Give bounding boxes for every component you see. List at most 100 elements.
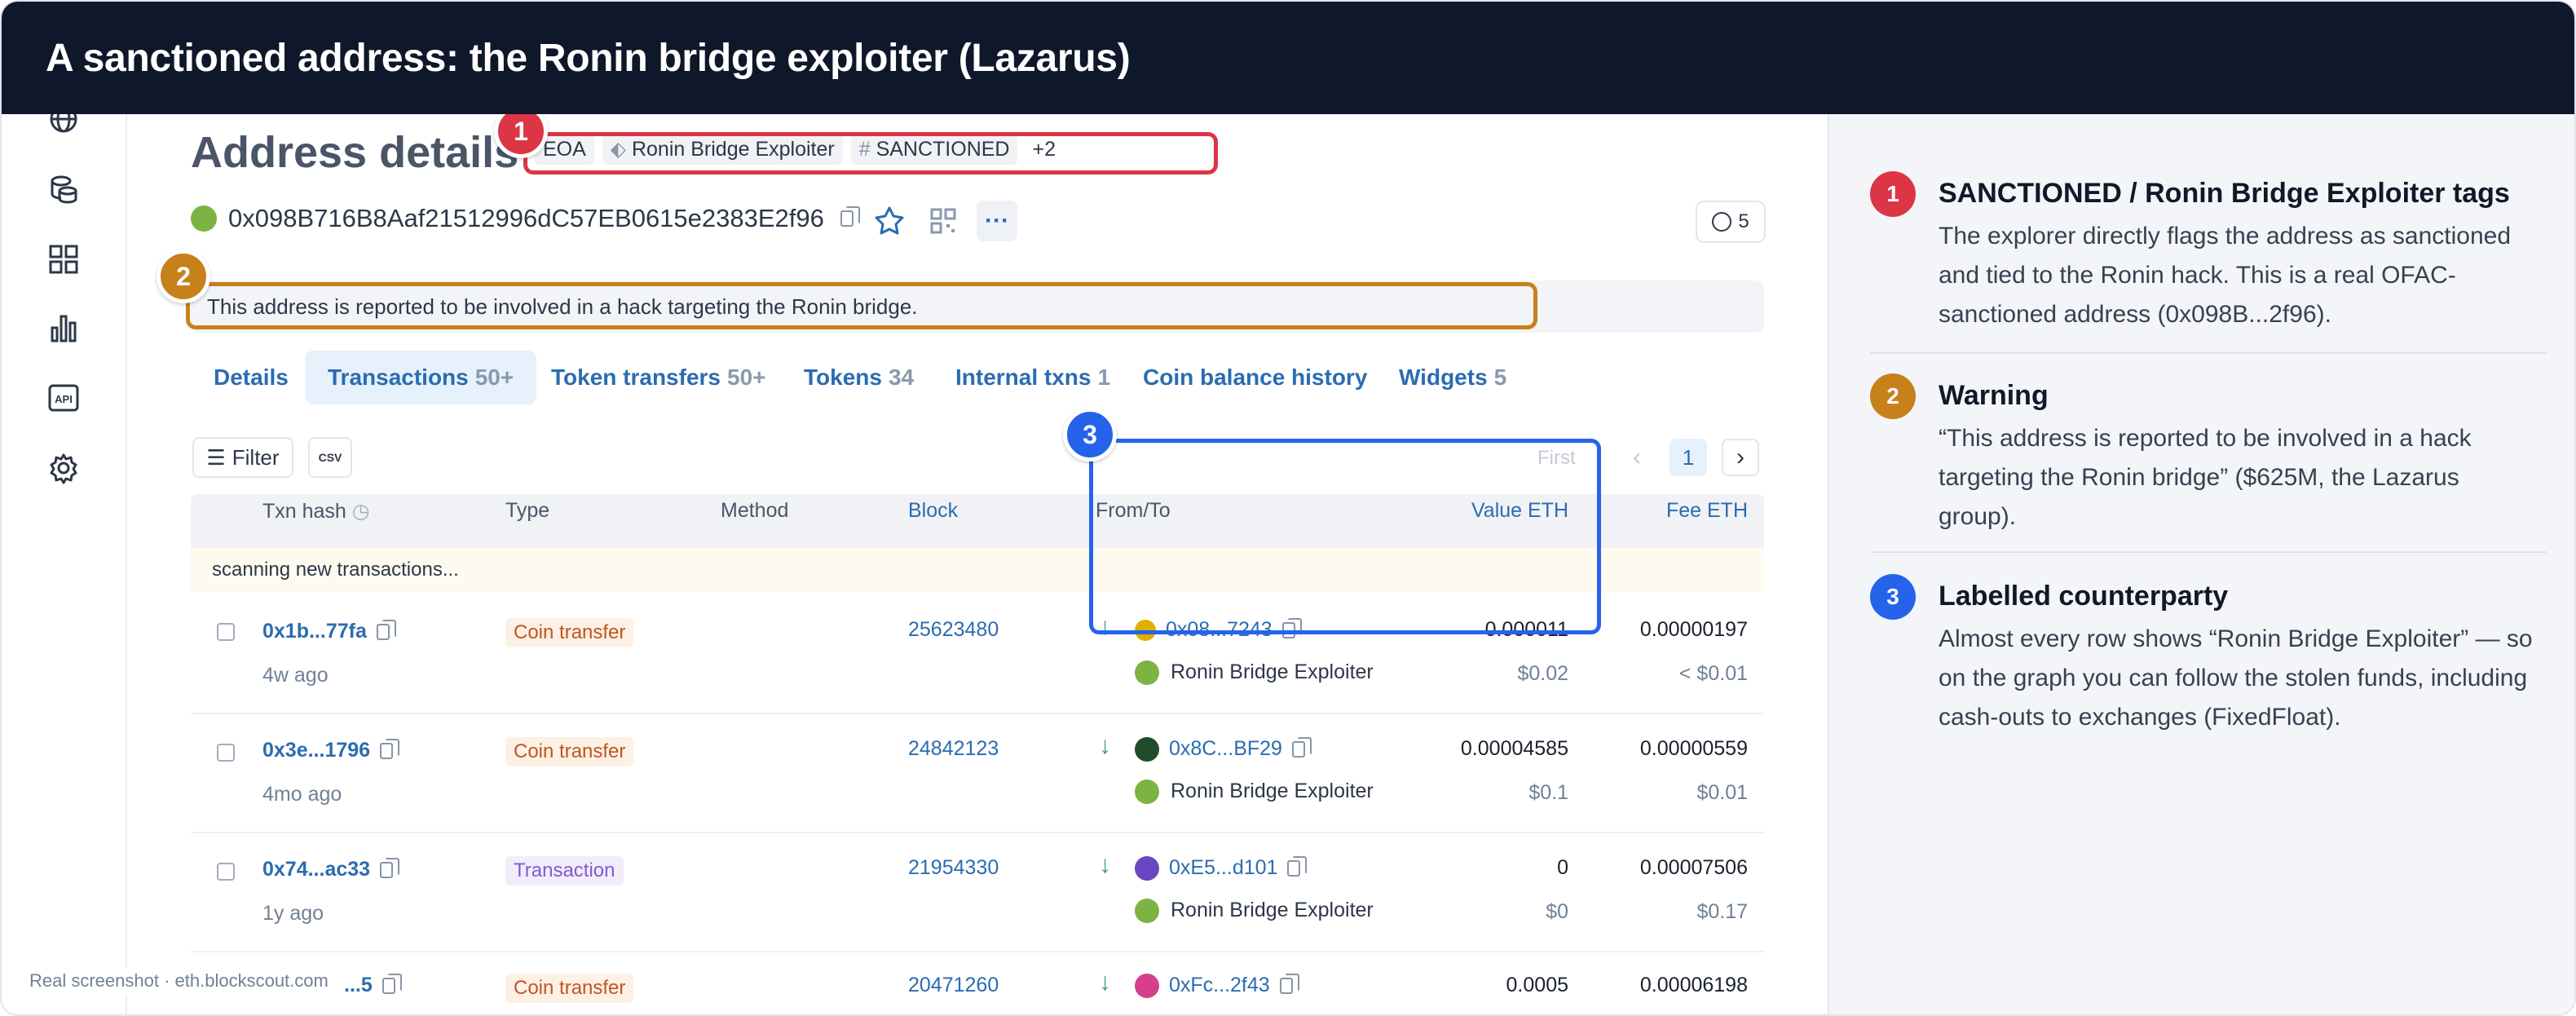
tab-token-transfers[interactable]: Token transfers 50+: [528, 351, 789, 404]
tab-count: 1: [1097, 364, 1111, 390]
txn-hash-text: 0x3e...1796: [262, 739, 371, 762]
copy-icon[interactable]: [1279, 974, 1299, 995]
tab-count: 50+: [474, 364, 514, 390]
arrow-in-icon: ↓: [1099, 732, 1111, 759]
prev-page-icon[interactable]: ‹: [1619, 439, 1655, 476]
network-counter-value: 5: [1738, 210, 1749, 232]
annotation-panel: 1 SANCTIONED / Ronin Bridge Exploiter ta…: [1828, 114, 2574, 1014]
info-icon[interactable]: [217, 863, 235, 881]
grid-icon[interactable]: [47, 243, 80, 276]
block-link[interactable]: 25623480: [908, 618, 999, 642]
fee-eth: 0.00007506: [1639, 856, 1748, 879]
globe-icon[interactable]: [47, 114, 80, 135]
type-badge: Coin transfer: [505, 974, 634, 1003]
txn-hash[interactable]: 0x3e...1796: [262, 739, 400, 762]
divider: [1870, 551, 2547, 553]
address-row: 0x098B716B8Aaf21512996dC57EB0615e2383E2f…: [191, 204, 860, 233]
copy-icon[interactable]: [380, 858, 400, 879]
fee-eth: 0.00006198: [1639, 974, 1748, 996]
copy-icon[interactable]: [1287, 856, 1308, 877]
compass-icon: [1712, 212, 1732, 232]
txn-hash[interactable]: ...5: [344, 974, 402, 997]
current-page[interactable]: 1: [1670, 439, 1707, 476]
tab-details[interactable]: Details: [191, 351, 311, 404]
address-hash: 0x098B716B8Aaf21512996dC57EB0615e2383E2f…: [228, 204, 824, 232]
txn-hash[interactable]: 0x74...ac33: [262, 858, 400, 881]
tab-label: Token transfers: [551, 364, 721, 390]
tab-widgets[interactable]: Widgets 5: [1376, 351, 1529, 404]
counterparty-label-text: Ronin Bridge Exploiter: [1171, 899, 1374, 921]
block-link[interactable]: 21954330: [908, 856, 999, 880]
tab-label: Details: [214, 364, 289, 390]
screenshot-area: API Address details EOA ⬖ Ronin Bridge E…: [2, 114, 1828, 1014]
type-badge: Transaction: [505, 856, 624, 886]
info-icon[interactable]: [217, 623, 235, 641]
type-badge: Coin transfer: [505, 737, 634, 766]
counterparty-address[interactable]: 0xFc...2f43: [1135, 974, 1299, 999]
tab-tokens[interactable]: Tokens 34: [781, 351, 937, 404]
annotation-body: “This address is reported to be involved…: [1939, 425, 2472, 530]
filter-label: Filter: [232, 444, 280, 470]
counterparty-label[interactable]: Ronin Bridge Exploiter: [1135, 660, 1374, 686]
counterparty-label-text: Ronin Bridge Exploiter: [1171, 660, 1374, 683]
row-divider: [191, 832, 1764, 833]
tab-transactions[interactable]: Transactions 50+: [305, 351, 537, 404]
counterparty-address[interactable]: 0xE5...d101: [1135, 856, 1308, 881]
highlight-box-2: [186, 282, 1537, 329]
txn-age: 4w ago: [262, 664, 329, 687]
gear-icon[interactable]: [47, 452, 80, 484]
address-avatar: [191, 205, 217, 232]
block-link[interactable]: 20471260: [908, 974, 999, 997]
tab-coin-balance-history[interactable]: Coin balance history: [1120, 351, 1390, 404]
tab-internal-txns[interactable]: Internal txns 1: [933, 351, 1133, 404]
counterparty-label[interactable]: Ronin Bridge Exploiter: [1135, 899, 1374, 924]
scanning-text: scanning new transactions...: [212, 559, 459, 581]
value-usd: $0: [1546, 900, 1568, 923]
highlight-box-1: [523, 132, 1218, 174]
more-menu-icon[interactable]: ···: [977, 201, 1017, 241]
counterparty-address[interactable]: 0x8C...BF29: [1135, 737, 1312, 762]
identicon: [1135, 737, 1159, 762]
marker-2: 2: [157, 250, 210, 303]
next-page-icon[interactable]: ›: [1722, 439, 1759, 476]
info-icon[interactable]: [217, 744, 235, 762]
api-icon[interactable]: API: [47, 382, 80, 414]
address-heading: Address details: [191, 128, 519, 177]
marker-3: 3: [1063, 408, 1117, 462]
copy-icon[interactable]: [1291, 737, 1312, 758]
block-link[interactable]: 24842123: [908, 737, 999, 761]
tab-label: Tokens: [804, 364, 882, 390]
sidebar: API: [2, 114, 127, 1014]
database-icon[interactable]: [47, 173, 80, 205]
fee-eth: 0.00000197: [1639, 618, 1748, 641]
filter-button[interactable]: ☰ Filter: [192, 437, 293, 478]
annotation-3: 3 Labelled counterparty Almost every row…: [1870, 574, 2547, 753]
label-avatar: [1135, 660, 1159, 686]
tab-count: 34: [888, 364, 915, 390]
col-txn-hash: Txn hash ◷: [262, 499, 370, 523]
screenshot-caption: Real screenshot · eth.blockscout.com: [21, 967, 337, 995]
csv-export-button[interactable]: CSV: [308, 437, 352, 478]
chart-icon[interactable]: [47, 311, 80, 344]
col-method: Method: [721, 499, 789, 522]
divider: [1870, 352, 2547, 354]
txn-hash[interactable]: 0x1b...77fa: [262, 620, 396, 643]
copy-icon[interactable]: [380, 739, 400, 760]
value-usd: $0.02: [1517, 662, 1568, 685]
counterparty-label[interactable]: Ronin Bridge Exploiter: [1135, 780, 1374, 805]
annotation-1: 1 SANCTIONED / Ronin Bridge Exploiter ta…: [1870, 171, 2547, 334]
star-icon[interactable]: [871, 202, 908, 240]
clock-icon[interactable]: ◷: [352, 500, 370, 523]
col-fee[interactable]: Fee ETH: [1608, 499, 1748, 523]
network-counter[interactable]: 5: [1696, 201, 1766, 243]
row-divider: [191, 951, 1764, 952]
copy-icon[interactable]: [376, 620, 396, 641]
copy-icon[interactable]: [382, 974, 402, 995]
qr-code-icon[interactable]: [924, 202, 962, 240]
annotation-number: 2: [1870, 373, 1916, 419]
annotation-body: Almost every row shows “Ronin Bridge Exp…: [1939, 625, 2533, 731]
copy-icon[interactable]: [840, 206, 860, 227]
col-block[interactable]: Block: [908, 499, 958, 523]
annotation-title: Warning: [1939, 380, 2049, 411]
counterparty-address-text: 0x8C...BF29: [1169, 737, 1282, 760]
